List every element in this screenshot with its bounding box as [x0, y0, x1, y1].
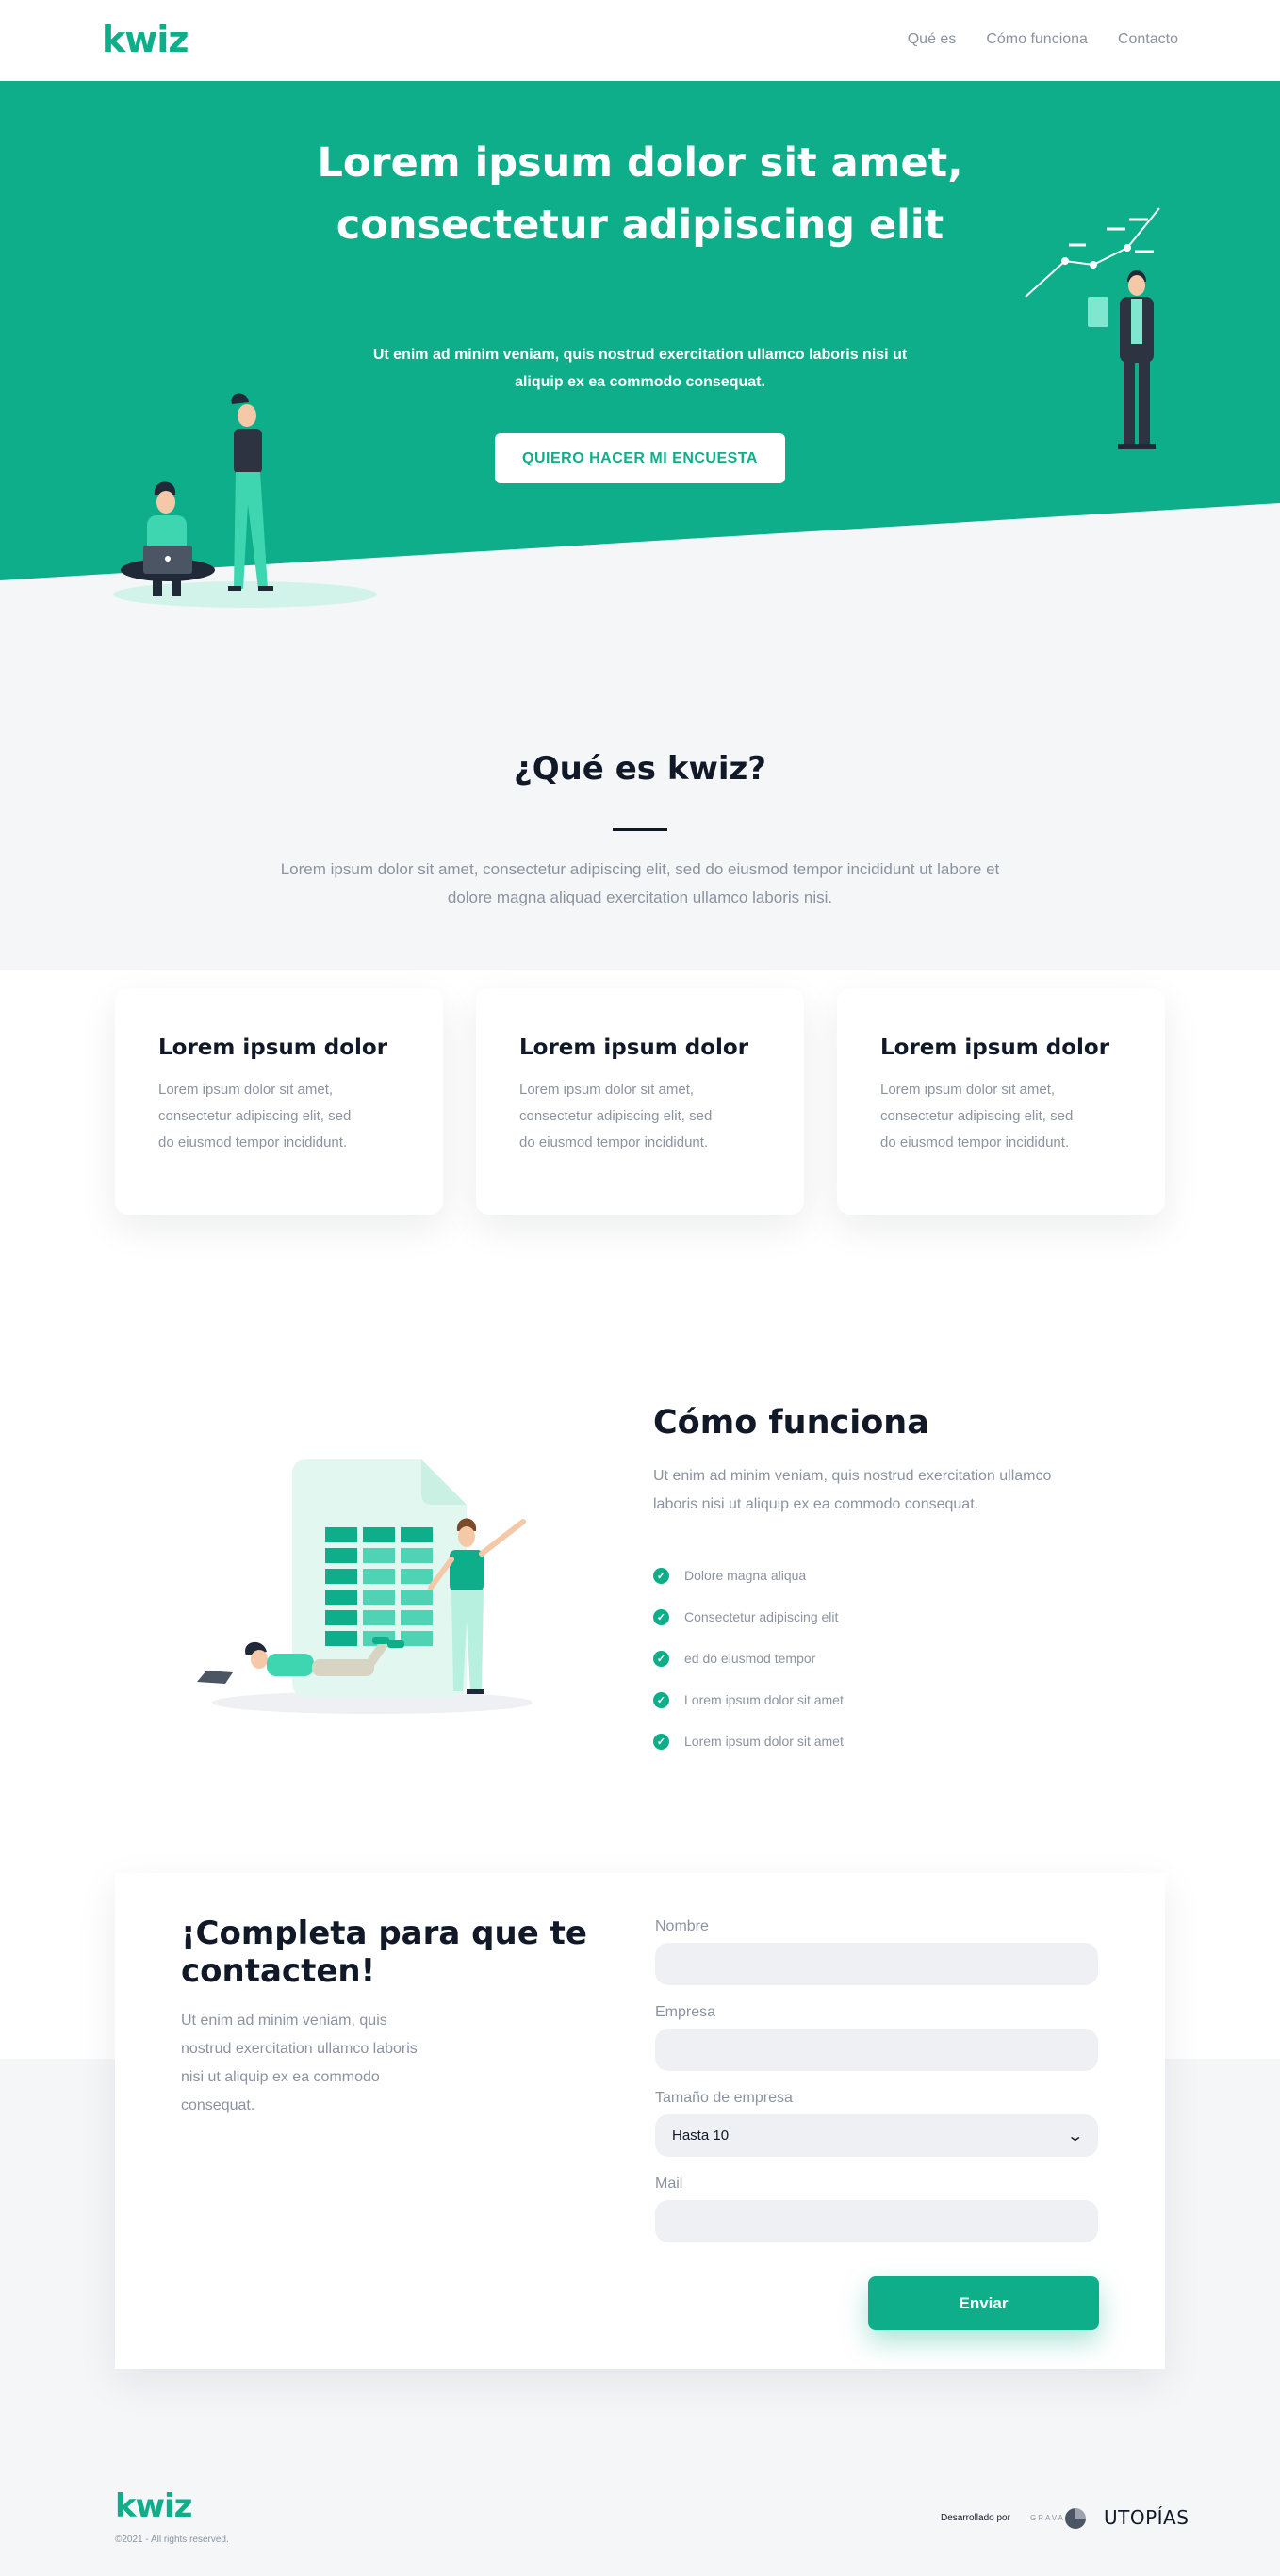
mail-label: Mail	[655, 2176, 683, 2192]
contact-title-line-1: ¡Completa para que te	[181, 1915, 587, 1952]
hero-title-line-1: Lorem ipsum dolor sit amet,	[317, 139, 963, 187]
chevron-down-icon: ⌄	[1065, 2128, 1084, 2144]
check-circle-icon: ✓	[653, 1691, 669, 1708]
start-survey-button[interactable]: QUIERO HACER MI ENCUESTA	[495, 433, 785, 483]
feature-card-text-line-2: consectetur adipiscing elit, sed	[880, 1108, 1074, 1124]
feature-card-text-line-1: Lorem ipsum dolor sit amet,	[880, 1082, 1056, 1098]
tamano-empresa-selected-value: Hasta 10	[672, 2128, 730, 2144]
check-circle-icon: ✓	[653, 1567, 669, 1584]
feature-card-title: Lorem ipsum dolor	[158, 1035, 388, 1060]
feature-card-text: Lorem ipsum dolor sit amet, consectetur …	[158, 1077, 400, 1156]
feature-card-text-line-3: do eiusmod tempor incididunt.	[880, 1134, 1070, 1150]
nombre-label: Nombre	[655, 1918, 709, 1934]
checklist-item-label: Lorem ipsum dolor sit amet	[684, 1734, 844, 1749]
hero-subtitle: Ut enim ad minim veniam, quis nostrud ex…	[310, 341, 970, 396]
nav-link-como-funciona[interactable]: Cómo funciona	[986, 31, 1088, 48]
hero-title: Lorem ipsum dolor sit amet, consectetur …	[263, 132, 1017, 256]
checklist-item-label: ed do eiusmod tempor	[684, 1651, 816, 1666]
contact-description-line-2: nostrud exercitation ullamco laboris	[181, 2041, 418, 2057]
feature-card-text: Lorem ipsum dolor sit amet, consectetur …	[519, 1077, 761, 1156]
feature-card-text-line-1: Lorem ipsum dolor sit amet,	[519, 1082, 695, 1098]
que-es-title: ¿Qué es kwiz?	[513, 750, 767, 788]
footer-kwiz-logo[interactable]: kwiz	[115, 2487, 192, 2525]
como-funciona-description: Ut enim ad minim veniam, quis nostrud ex…	[653, 1462, 1096, 1519]
feature-card-title: Lorem ipsum dolor	[519, 1035, 749, 1060]
checklist-item-label: Lorem ipsum dolor sit amet	[684, 1692, 844, 1707]
checklist-item: ✓ Lorem ipsum dolor sit amet	[653, 1720, 844, 1762]
send-button[interactable]: Enviar	[868, 2276, 1099, 2330]
mail-input[interactable]	[655, 2200, 1098, 2242]
utopias-logo[interactable]: UTOPÍAS	[1104, 2506, 1189, 2529]
nav-link-que-es[interactable]: Qué es	[908, 31, 957, 48]
contact-description-line-3: nisi ut aliquip ex ea commodo	[181, 2069, 380, 2085]
check-circle-icon: ✓	[653, 1608, 669, 1625]
check-circle-icon: ✓	[653, 1733, 669, 1750]
empresa-label: Empresa	[655, 2004, 716, 2020]
spreadsheet-people-illustration	[197, 1459, 533, 1714]
check-circle-icon: ✓	[653, 1650, 669, 1667]
nombre-input[interactable]	[655, 1943, 1098, 1985]
developed-by-label: Desarrollado por	[941, 2513, 1010, 2523]
businessman-chart-illustration	[1025, 207, 1160, 449]
contact-title-line-2: contacten!	[181, 1952, 376, 1990]
feature-card-title: Lorem ipsum dolor	[880, 1035, 1110, 1060]
contact-title: ¡Completa para que te contacten!	[181, 1915, 596, 1990]
grava-logo-text[interactable]: GRAVA	[1030, 2514, 1065, 2522]
checklist-item: ✓ Dolore magna aliqua	[653, 1555, 844, 1596]
feature-card-1: Lorem ipsum dolor Lorem ipsum dolor sit …	[115, 988, 443, 1215]
feature-card-text-line-3: do eiusmod tempor incididunt.	[158, 1134, 348, 1150]
tamano-empresa-select[interactable]: Hasta 10 ⌄	[655, 2114, 1098, 2157]
como-funciona-description-line-2: laboris nisi ut aliquip ex ea commodo co…	[653, 1496, 979, 1512]
contact-description-line-4: consequat.	[181, 2097, 255, 2113]
como-funciona-description-line-1: Ut enim ad minim veniam, quis nostrud ex…	[653, 1468, 1052, 1484]
que-es-description: Lorem ipsum dolor sit amet, consectetur …	[254, 856, 1026, 912]
title-divider	[613, 828, 667, 831]
checklist-item: ✓ ed do eiusmod tempor	[653, 1638, 844, 1679]
checklist-item-label: Dolore magna aliqua	[684, 1568, 807, 1583]
nav-links: Qué es Cómo funciona Contacto	[908, 31, 1178, 48]
feature-card-text-line-1: Lorem ipsum dolor sit amet,	[158, 1082, 334, 1098]
contact-description-line-1: Ut enim ad minim veniam, quis	[181, 2013, 387, 2029]
feature-card-3: Lorem ipsum dolor Lorem ipsum dolor sit …	[837, 988, 1165, 1215]
como-funciona-title: Cómo funciona	[653, 1404, 929, 1442]
hero-subtitle-line-2: aliquip ex ea commodo consequat.	[515, 374, 765, 390]
empresa-input[interactable]	[655, 2029, 1098, 2071]
footer-copyright: ©2021 - All rights reserved.	[115, 2535, 229, 2545]
contact-description: Ut enim ad minim veniam, quis nostrud ex…	[181, 2007, 454, 2120]
feature-card-text-line-2: consectetur adipiscing elit, sed	[519, 1108, 713, 1124]
people-laptop-illustration	[113, 393, 377, 608]
que-es-description-line-1: Lorem ipsum dolor sit amet, consectetur …	[280, 860, 1000, 878]
hero-subtitle-line-1: Ut enim ad minim veniam, quis nostrud ex…	[372, 347, 908, 363]
que-es-description-line-2: dolore magna aliquad exercitation ullamc…	[447, 889, 833, 906]
grava-logo-icon	[1065, 2508, 1086, 2529]
top-navbar: kwiz Qué es Cómo funciona Contacto	[0, 0, 1280, 81]
hero-title-line-2: consectetur adipiscing elit	[336, 202, 944, 249]
feature-card-text: Lorem ipsum dolor sit amet, consectetur …	[880, 1077, 1122, 1156]
feature-card-text-line-2: consectetur adipiscing elit, sed	[158, 1108, 352, 1124]
checklist-item: ✓ Lorem ipsum dolor sit amet	[653, 1679, 844, 1720]
kwiz-logo[interactable]: kwiz	[102, 19, 189, 60]
feature-checklist: ✓ Dolore magna aliqua ✓ Consectetur adipis…	[653, 1555, 844, 1762]
tamano-empresa-label: Tamaño de empresa	[655, 2090, 793, 2106]
feature-card-text-line-3: do eiusmod tempor incididunt.	[519, 1134, 709, 1150]
nav-link-contacto[interactable]: Contacto	[1118, 31, 1178, 48]
feature-card-2: Lorem ipsum dolor Lorem ipsum dolor sit …	[476, 988, 804, 1215]
checklist-item: ✓ Consectetur adipiscing elit	[653, 1596, 844, 1638]
checklist-item-label: Consectetur adipiscing elit	[684, 1609, 839, 1624]
